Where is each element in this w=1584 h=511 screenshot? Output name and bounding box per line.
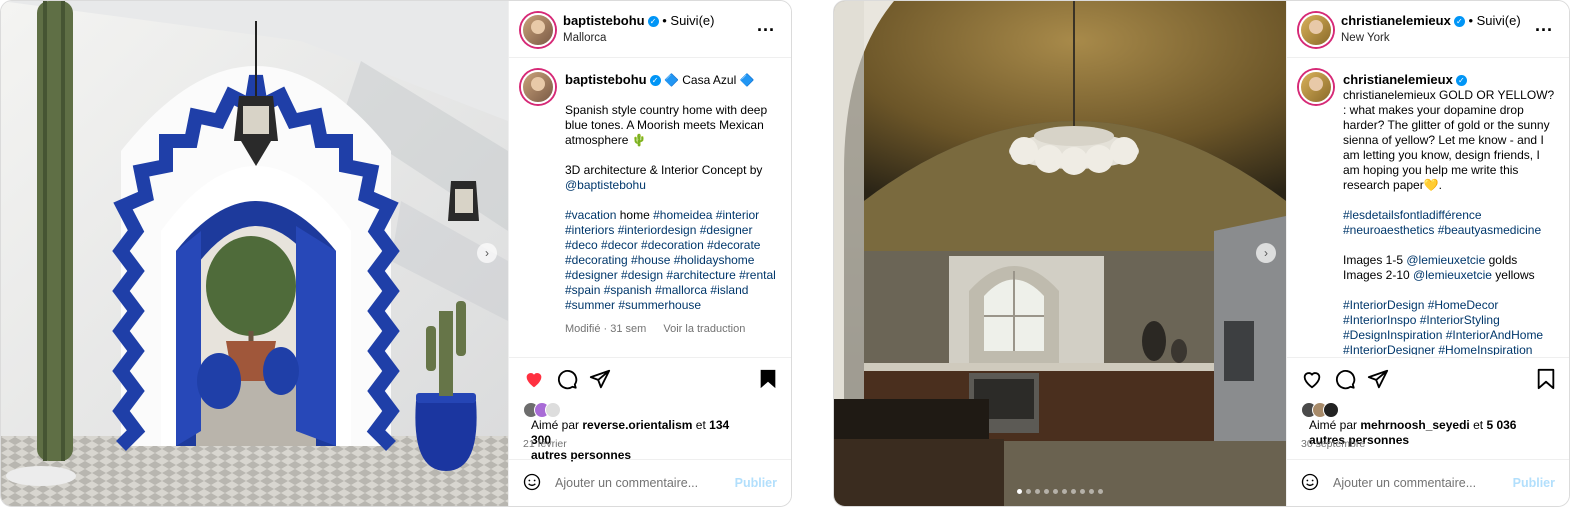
emoji-icon[interactable] [523, 473, 541, 491]
verified-icon: ✓ [1455, 75, 1467, 86]
carousel-dot [1017, 489, 1022, 494]
caption-credit: 3D architecture & Interior Concept by [565, 163, 763, 177]
post-image-casa-azul[interactable]: › [1, 1, 508, 506]
avatar[interactable] [1299, 13, 1333, 47]
header-username[interactable]: christianelemieux [1341, 13, 1451, 28]
more-icon[interactable]: ... [757, 15, 775, 36]
location-link[interactable]: Mallorca [563, 32, 606, 44]
caption-word: home [619, 208, 650, 222]
post-date[interactable]: 21 février [523, 438, 567, 450]
follow-status[interactable]: • Suivi(e) [662, 13, 714, 28]
action-bar [509, 357, 791, 400]
avatar[interactable] [521, 70, 555, 104]
post-date[interactable]: 30 septembre [1301, 438, 1365, 450]
header-username[interactable]: baptistebohu [563, 13, 645, 28]
avatar [1323, 402, 1339, 418]
post-card-christianelemieux: › christianelemieux ✓ • Suivi(e) New York… [833, 0, 1570, 507]
likes-summary[interactable]: Aimé par reverse.orientalism et 134 300 a… [523, 402, 781, 463]
comment-icon[interactable] [556, 368, 578, 390]
header-line: baptistebohu ✓ • Suivi(e) [563, 13, 714, 28]
caption-area: christianelemieux ✓ christianelemieux GOL… [1287, 58, 1569, 355]
hashtag-list[interactable]: #InteriorDesign #HomeDecor #InteriorInsp… [1343, 298, 1559, 355]
caption-title: 🔷 Casa Azul 🔷 [663, 73, 755, 87]
bookmark-icon[interactable] [757, 368, 779, 390]
verified-icon: ✓ [647, 16, 659, 27]
caption-area: baptistebohu ✓ 🔷 Casa Azul 🔷 Spanish styl… [509, 58, 791, 355]
verified-icon: ✓ [649, 75, 661, 86]
carousel-dots [1017, 489, 1103, 494]
emoji-icon[interactable] [1301, 473, 1319, 491]
images-label: Images 1-5 [1343, 253, 1404, 267]
carousel-dot [1044, 489, 1049, 494]
avatar [545, 402, 561, 418]
share-icon[interactable] [1367, 368, 1389, 390]
gold-kitchen-photo [834, 1, 1286, 506]
likes-prefix: Aimé par [1309, 418, 1358, 432]
hashtag-list[interactable]: #lesdetailsfontladifférence #neuroaesthe… [1343, 208, 1559, 238]
mention-link[interactable]: @lemieuxetcie [1406, 253, 1485, 267]
next-arrow-icon[interactable]: › [1256, 243, 1276, 263]
action-bar [1287, 357, 1569, 400]
header-line: christianelemieux ✓ • Suivi(e) [1341, 13, 1521, 28]
caption: baptistebohu ✓ 🔷 Casa Azul 🔷 Spanish styl… [565, 72, 781, 337]
heart-icon[interactable] [523, 368, 545, 390]
next-arrow-icon[interactable]: › [477, 243, 497, 263]
heart-icon[interactable] [1301, 368, 1323, 390]
avatar[interactable] [1299, 70, 1333, 104]
share-icon[interactable] [589, 368, 611, 390]
post-header: christianelemieux ✓ • Suivi(e) New York .… [1287, 1, 1569, 58]
post-panel: baptistebohu ✓ • Suivi(e) Mallorca ... ba… [508, 1, 791, 506]
more-icon[interactable]: ... [1535, 15, 1553, 36]
images-label: Images 2-10 [1343, 268, 1410, 282]
likes-user[interactable]: reverse.orientalism [582, 418, 692, 432]
mention-link[interactable]: @baptistebohu [565, 178, 646, 192]
casa-azul-photo [1, 1, 508, 506]
verified-icon: ✓ [1453, 16, 1465, 27]
carousel-dot [1053, 489, 1058, 494]
caption-text: Spanish style country home with deep blu… [565, 103, 768, 147]
carousel-dot [1071, 489, 1076, 494]
comment-input[interactable]: Ajouter un commentaire... [1333, 476, 1476, 490]
post-image-gold-kitchen[interactable]: › [834, 1, 1286, 506]
carousel-dot [1026, 489, 1031, 494]
caption-text: christianelemieux GOLD OR YELLOW? : what… [1343, 88, 1555, 192]
likes-and: et [1473, 418, 1484, 432]
images-suffix: yellows [1495, 268, 1535, 282]
comment-bar: Ajouter un commentaire... Publier [1287, 459, 1569, 506]
caption-username[interactable]: baptistebohu [565, 72, 647, 87]
modified-label: Modifié · 31 sem [565, 323, 647, 335]
carousel-dot [1098, 489, 1103, 494]
likes-prefix: Aimé par [531, 418, 580, 432]
hashtag-list[interactable]: #homeidea #interior #interiors #interior… [565, 208, 776, 312]
location-link[interactable]: New York [1341, 32, 1390, 44]
caption-meta: Modifié · 31 sem Voir la traduction [565, 322, 781, 337]
post-header: baptistebohu ✓ • Suivi(e) Mallorca ... [509, 1, 791, 58]
likes-count[interactable]: 5 036 [1486, 418, 1516, 432]
follow-status[interactable]: • Suivi(e) [1468, 13, 1520, 28]
likes-user[interactable]: mehrnoosh_seyedi [1360, 418, 1469, 432]
post-panel: christianelemieux ✓ • Suivi(e) New York .… [1286, 1, 1569, 506]
carousel-dot [1062, 489, 1067, 494]
caption: christianelemieux ✓ christianelemieux GOL… [1343, 72, 1559, 355]
comment-icon[interactable] [1334, 368, 1356, 390]
carousel-dot [1035, 489, 1040, 494]
publish-button[interactable]: Publier [1513, 476, 1555, 490]
hashtag-link[interactable]: #vacation [565, 208, 616, 222]
likes-and: et [695, 418, 706, 432]
comment-input[interactable]: Ajouter un commentaire... [555, 476, 698, 490]
carousel-dot [1080, 489, 1085, 494]
publish-button[interactable]: Publier [735, 476, 777, 490]
comment-bar: Ajouter un commentaire... Publier [509, 459, 791, 506]
caption-username[interactable]: christianelemieux [1343, 72, 1453, 87]
images-suffix: golds [1488, 253, 1518, 267]
post-card-baptistebohu: › baptistebohu ✓ • Suivi(e) Mallorca ... … [0, 0, 792, 507]
bookmark-icon[interactable] [1535, 368, 1557, 390]
mention-link[interactable]: @lemieuxetcie [1413, 268, 1492, 282]
carousel-dot [1089, 489, 1094, 494]
translate-link[interactable]: Voir la traduction [663, 323, 745, 335]
avatar[interactable] [521, 13, 555, 47]
